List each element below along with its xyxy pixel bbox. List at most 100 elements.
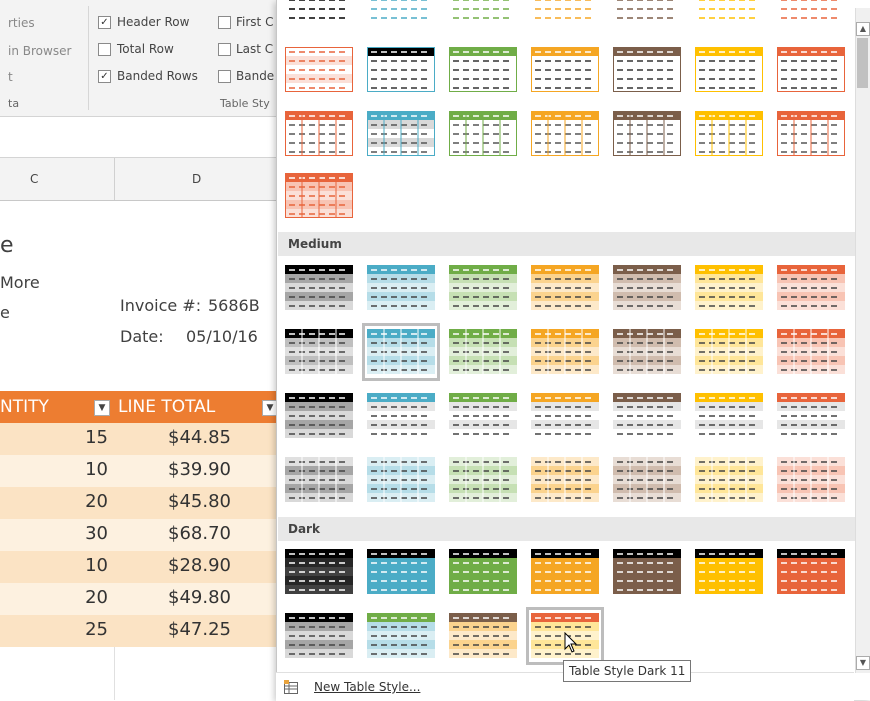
table-style-dark-tile[interactable] xyxy=(447,546,519,598)
header-row-checkbox[interactable]: ✓ xyxy=(98,16,111,29)
banded-rows-checkbox[interactable]: ✓ xyxy=(98,70,111,83)
table-style-dark-tile[interactable] xyxy=(283,610,355,662)
table-style-medium-tile[interactable] xyxy=(362,323,440,381)
table-row[interactable]: 10 $39.90 xyxy=(0,455,280,487)
new-table-style-link[interactable]: New Table Style... xyxy=(314,680,420,694)
table-style-medium-tile[interactable] xyxy=(365,454,437,506)
table-style-medium-tile[interactable] xyxy=(693,326,765,378)
table-style-light-tile[interactable] xyxy=(775,0,847,26)
table-style-medium-tile[interactable] xyxy=(775,326,847,378)
table-style-medium-tile[interactable] xyxy=(693,390,765,442)
table-style-medium-tile[interactable] xyxy=(611,262,683,314)
table-row[interactable]: 20 $49.80 xyxy=(0,583,280,615)
table-style-light-tile[interactable] xyxy=(365,44,437,96)
style-tooltip: Table Style Dark 11 xyxy=(563,660,692,682)
last-column-checkbox[interactable] xyxy=(218,43,231,56)
table-style-dark-tile[interactable] xyxy=(693,546,765,598)
table-style-light-tile[interactable] xyxy=(283,170,355,222)
table-row[interactable]: 25 $47.25 xyxy=(0,615,280,647)
scroll-down-button[interactable]: ▼ xyxy=(856,656,870,670)
last-column-label: Last C xyxy=(236,42,274,56)
table-style-medium-tile[interactable] xyxy=(693,262,765,314)
scroll-up-button[interactable]: ▲ xyxy=(856,22,870,36)
table-style-medium-tile[interactable] xyxy=(775,390,847,442)
column-header-d[interactable]: D xyxy=(192,172,201,186)
first-column-checkbox[interactable] xyxy=(218,16,231,29)
table-style-light-tile[interactable] xyxy=(611,44,683,96)
table-style-light-tile[interactable] xyxy=(447,44,519,96)
table-style-medium-tile[interactable] xyxy=(365,390,437,442)
table-style-dark-tile[interactable] xyxy=(365,610,437,662)
table-style-light-tile[interactable] xyxy=(529,0,601,26)
table-style-light-tile[interactable] xyxy=(283,0,355,26)
quantity-filter-button[interactable]: ▼ xyxy=(94,400,110,416)
line-total-cell: $28.90 xyxy=(168,555,231,576)
quantity-cell: 30 xyxy=(85,523,108,544)
table-style-medium-tile[interactable] xyxy=(529,454,601,506)
table-style-light-tile[interactable] xyxy=(365,108,437,160)
table-style-medium-tile[interactable] xyxy=(283,390,355,442)
scroll-thumb[interactable] xyxy=(857,38,868,88)
properties-item[interactable]: rties xyxy=(8,16,35,30)
table-style-light-tile[interactable] xyxy=(283,44,355,96)
table-style-medium-tile[interactable] xyxy=(529,390,601,442)
table-row[interactable]: 20 $45.80 xyxy=(0,487,280,519)
table-style-light-tile[interactable] xyxy=(693,0,765,26)
table-style-dark-tile[interactable] xyxy=(447,610,519,662)
table-style-medium-tile[interactable] xyxy=(775,454,847,506)
total-row-checkbox[interactable] xyxy=(98,43,111,56)
line-total-cell: $49.80 xyxy=(168,587,231,608)
table-row[interactable]: 10 $28.90 xyxy=(0,551,280,583)
table-style-medium-tile[interactable] xyxy=(447,390,519,442)
table-style-medium-tile[interactable] xyxy=(529,262,601,314)
table-style-light-tile[interactable] xyxy=(693,44,765,96)
unlink-item[interactable]: t xyxy=(8,70,13,84)
table-style-medium-tile[interactable] xyxy=(447,262,519,314)
table-style-light-tile[interactable] xyxy=(693,108,765,160)
table-style-dark-tile[interactable] xyxy=(365,546,437,598)
table-style-medium-tile[interactable] xyxy=(365,262,437,314)
gallery-scrollbar[interactable] xyxy=(855,8,870,673)
table-style-medium-tile[interactable] xyxy=(693,454,765,506)
table-style-light-tile[interactable] xyxy=(611,108,683,160)
address-line: e xyxy=(0,303,10,322)
table-style-medium-tile[interactable] xyxy=(529,326,601,378)
table-style-medium-tile[interactable] xyxy=(447,326,519,378)
table-style-light-tile[interactable] xyxy=(775,44,847,96)
table-style-medium-tile[interactable] xyxy=(283,262,355,314)
line-total-cell: $68.70 xyxy=(168,523,231,544)
table-style-dark-tile[interactable] xyxy=(775,546,847,598)
table-style-medium-tile[interactable] xyxy=(283,326,355,378)
table-style-light-tile[interactable] xyxy=(283,108,355,160)
table-style-light-tile[interactable] xyxy=(447,0,519,26)
table-style-dark-tile[interactable] xyxy=(283,546,355,598)
mouse-cursor-icon xyxy=(562,631,578,654)
table-style-medium-tile[interactable] xyxy=(611,454,683,506)
table-style-medium-tile[interactable] xyxy=(447,454,519,506)
table-style-medium-tile[interactable] xyxy=(775,262,847,314)
table-style-medium-tile[interactable] xyxy=(283,454,355,506)
table-style-light-tile[interactable] xyxy=(775,108,847,160)
open-in-browser-item[interactable]: in Browser xyxy=(8,44,71,58)
table-style-light-tile[interactable] xyxy=(447,108,519,160)
table-row[interactable]: 30 $68.70 xyxy=(0,519,280,551)
table-style-medium-tile[interactable] xyxy=(611,326,683,378)
quantity-cell: 15 xyxy=(85,427,108,448)
table-style-dark-tile[interactable] xyxy=(611,546,683,598)
quantity-cell: 20 xyxy=(85,491,108,512)
section-label-dark: Dark xyxy=(288,522,320,536)
table-style-light-tile[interactable] xyxy=(529,108,601,160)
table-style-medium-tile[interactable] xyxy=(611,390,683,442)
group-label-external-data: ta xyxy=(8,97,20,110)
table-style-light-tile[interactable] xyxy=(529,44,601,96)
header-row-label: Header Row xyxy=(117,15,190,29)
table-style-light-tile[interactable] xyxy=(611,0,683,26)
invoice-number-label: Invoice #: xyxy=(120,296,202,315)
line-total-header: LINE TOTAL xyxy=(118,397,216,417)
banded-columns-checkbox[interactable] xyxy=(218,70,231,83)
table-style-light-tile[interactable] xyxy=(365,0,437,26)
table-style-dark-tile[interactable] xyxy=(529,546,601,598)
column-header-c[interactable]: C xyxy=(30,172,38,186)
quantity-cell: 10 xyxy=(85,459,108,480)
table-row[interactable]: 15 $44.85 xyxy=(0,423,280,455)
